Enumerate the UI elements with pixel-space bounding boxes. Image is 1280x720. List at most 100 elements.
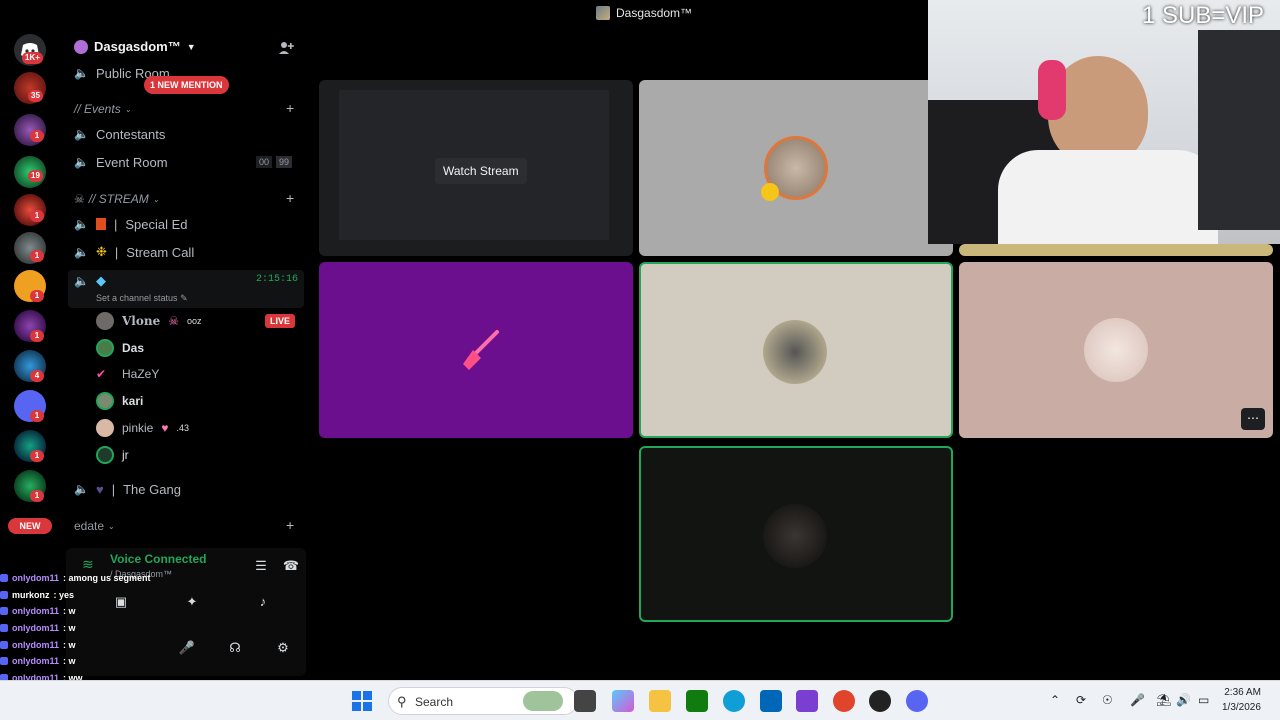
avatar [96, 392, 114, 410]
user-tag: ooz [187, 316, 202, 326]
participant-tile[interactable] [639, 80, 953, 256]
channel-contestants[interactable]: 🔈 Contestants [74, 123, 165, 145]
xbox-icon[interactable] [686, 690, 708, 712]
participant-tile-speaking[interactable] [639, 446, 953, 622]
chat-platform-icon [0, 640, 8, 649]
noise-suppression-icon[interactable]: ☰ [250, 558, 272, 576]
speaker-icon: 🔈 [74, 127, 89, 141]
sun-icon: ❉ [96, 244, 107, 259]
edge-browser-icon[interactable] [723, 690, 745, 712]
streamer-webcam [928, 0, 1280, 244]
category-edate[interactable]: edate ⌄ [74, 519, 115, 533]
create-channel-icon[interactable]: + [286, 100, 294, 116]
voice-user[interactable]: Das [96, 337, 144, 359]
channel-current[interactable]: 🔈 ◆ [74, 270, 106, 292]
chat-line: onlydom11: w [0, 636, 200, 653]
voice-limit-counter: 00 99 [256, 156, 293, 168]
server-badge: 35 [28, 90, 43, 102]
settings-gear-icon[interactable]: ⚙ [272, 640, 294, 658]
chat-platform-icon [0, 607, 8, 616]
heart-icon: ♥ [96, 481, 104, 497]
clock-time: 2:36 AM [1224, 687, 1261, 698]
sync-icon[interactable]: ⟳ [1076, 693, 1086, 707]
server-badge: 1 [30, 450, 44, 462]
avatar [96, 312, 114, 330]
watch-stream-button[interactable]: Watch Stream [435, 158, 527, 184]
participant-tile-speaking[interactable] [639, 262, 953, 438]
chat-line: onlydom11: w [0, 620, 200, 637]
search-icon: ⚲ [397, 694, 407, 709]
create-channel-icon[interactable]: + [286, 517, 294, 533]
shield-icon[interactable]: ☉ [1102, 693, 1113, 707]
headphones-icon[interactable]: ☊ [224, 640, 246, 658]
server-badge: 1 [30, 330, 44, 342]
channel-special-ed[interactable]: 🔈 | Special Ed [74, 213, 188, 235]
channel-separator: | [114, 216, 118, 232]
home-badge: 1K+ [22, 52, 43, 64]
heart-icon: ♥ [161, 421, 169, 435]
webcam-door [1198, 30, 1280, 230]
chat-platform-icon [0, 574, 8, 583]
disconnect-icon[interactable]: ☎ [280, 558, 302, 576]
app-icon [596, 6, 610, 20]
chat-message: : w [63, 639, 76, 650]
chat-line: murkonz: yes [0, 587, 200, 604]
user-name: Das [122, 341, 145, 355]
webcam-person-body [998, 150, 1218, 244]
channel-the-gang[interactable]: 🔈 ♥ | The Gang [74, 478, 181, 500]
microphone-icon[interactable]: 🎤 [1130, 693, 1145, 707]
create-channel-icon[interactable]: + [286, 190, 294, 206]
windows-start-icon[interactable] [352, 691, 372, 711]
broom-icon [463, 330, 499, 370]
taskbar-clock[interactable]: 2:36 AM 1/3/2026 [1222, 685, 1261, 715]
wifi-icon[interactable]: ⛱ [1156, 693, 1171, 707]
app-icon[interactable] [796, 690, 818, 712]
taskbar: ⚲ Search ⌃ ⟳ ☉ 🎤 ⛱ 🔊 ▭ 2:36 AM 1/3/2026 [0, 680, 1280, 720]
new-servers-pill[interactable]: NEW [8, 518, 52, 534]
voice-user[interactable]: ✔ HaZeY [96, 363, 159, 385]
voice-user[interactable]: pinkie ♥ .43 [96, 417, 189, 439]
chat-message: : w [63, 606, 76, 617]
chat-user: onlydom11 [12, 606, 60, 617]
file-explorer-icon[interactable] [649, 690, 671, 712]
server-badge: 1 [30, 410, 44, 422]
category-stream[interactable]: ☠ // STREAM ⌄ [74, 192, 159, 206]
voice-user[interactable]: Vlone ☠ ooz [96, 310, 202, 332]
server-header[interactable]: Dasgasdom™ ▼ [74, 39, 196, 54]
avatar [763, 504, 827, 568]
channel-event-room[interactable]: 🔈 Event Room [74, 151, 168, 173]
window-title: Dasgasdom™ [596, 6, 692, 20]
taskbar-search[interactable]: ⚲ Search [388, 687, 578, 715]
ellipsis-icon[interactable]: ⋯ [1241, 408, 1265, 430]
chevron-up-icon[interactable]: ⌃ [1050, 693, 1060, 707]
task-view-icon[interactable] [574, 690, 596, 712]
browser-icon[interactable] [833, 690, 855, 712]
invite-people-icon[interactable] [278, 40, 294, 56]
live-badge: LIVE [265, 314, 296, 328]
store-icon[interactable] [760, 690, 782, 712]
voice-user[interactable]: jr [96, 444, 129, 466]
channel-label: The Gang [123, 481, 181, 497]
participant-tile[interactable]: ⋯ [959, 262, 1273, 438]
channel-status-prompt[interactable]: Set a channel status ✎ [96, 293, 188, 304]
battery-icon[interactable]: ▭ [1198, 693, 1209, 707]
discord-taskbar-icon[interactable] [906, 690, 928, 712]
copilot-icon[interactable] [612, 690, 634, 712]
voice-connected-label[interactable]: Voice Connected [110, 552, 206, 566]
category-label: edate [74, 519, 105, 533]
new-mention-pill[interactable]: 1 NEW MENTION [144, 76, 229, 94]
obs-icon[interactable] [869, 690, 891, 712]
user-count: 00 [256, 156, 273, 168]
category-events[interactable]: // Events ⌄ [74, 102, 131, 116]
stream-tile[interactable]: Watch Stream [319, 80, 633, 256]
channel-stream-call[interactable]: 🔈 ❉ | Stream Call [74, 241, 194, 263]
chat-message: : yes [53, 589, 75, 600]
voice-user[interactable]: kari [96, 390, 143, 412]
sub-vip-overlay-text: 1 SUB=VIP [1142, 2, 1265, 29]
skull-icon: ☠ [74, 192, 85, 206]
volume-icon[interactable]: 🔊 [1176, 693, 1191, 707]
chat-line: onlydom11: among us segment [0, 570, 200, 587]
speaker-icon: 🔈 [74, 274, 89, 288]
soundboard-icon[interactable]: ♪ [252, 594, 274, 612]
participant-tile[interactable] [319, 262, 633, 438]
